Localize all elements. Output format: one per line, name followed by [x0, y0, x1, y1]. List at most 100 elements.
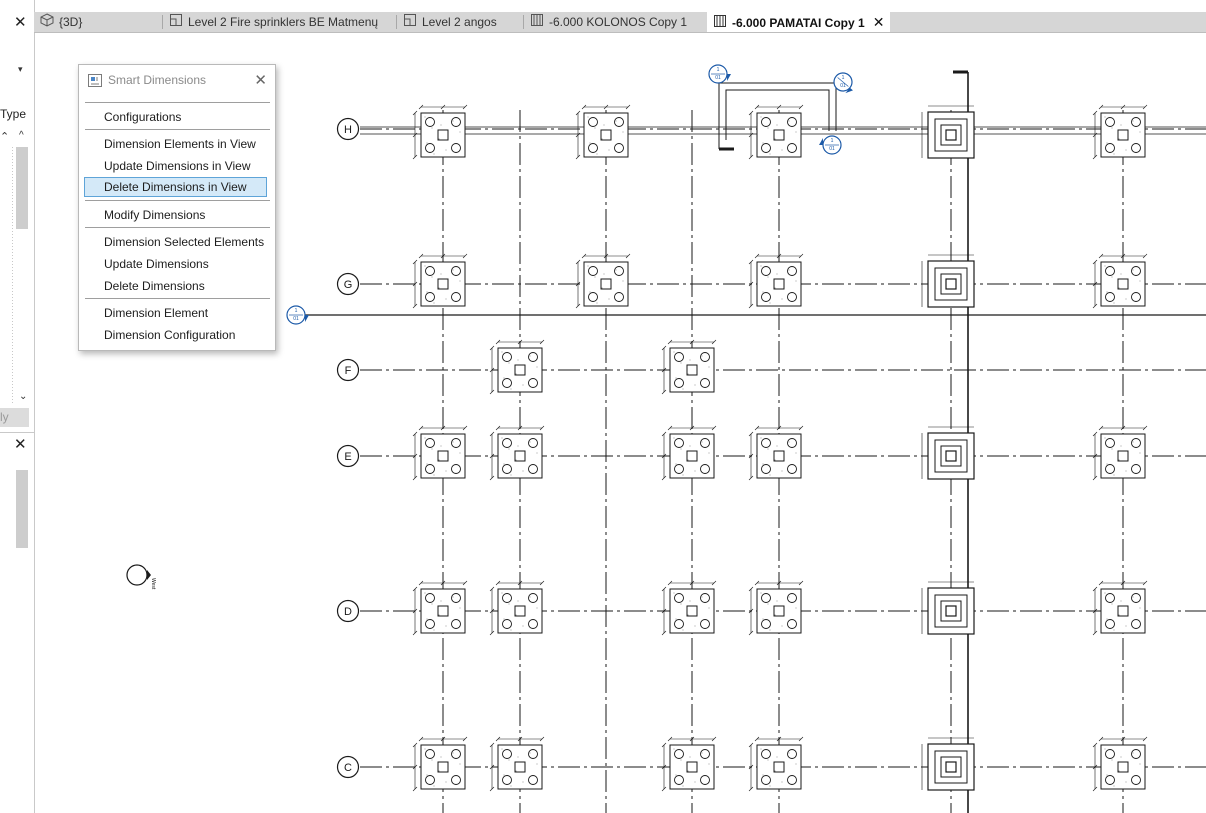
footing[interactable]: [756, 744, 802, 790]
footing-hatch: [708, 452, 710, 454]
footing-hatch: [1118, 770, 1120, 772]
menu-item-dimension-configuration[interactable]: Dimension Configuration: [84, 325, 267, 345]
footing[interactable]: [583, 112, 629, 158]
type-selector-dropdown-icon[interactable]: ▾: [18, 64, 23, 75]
close-tab-icon[interactable]: ✕: [873, 14, 885, 30]
popup-header: Smart Dimensions ✕: [79, 65, 275, 95]
footing[interactable]: [420, 588, 466, 634]
footing[interactable]: [420, 433, 466, 479]
close-properties-icon[interactable]: ✕: [14, 15, 27, 30]
footing[interactable]: [497, 347, 543, 393]
footing[interactable]: [1100, 112, 1146, 158]
elevation-marker-icon[interactable]: [126, 564, 148, 586]
footing-hatch: [503, 774, 505, 776]
tab-level-2-angos[interactable]: Level 2 angos: [403, 12, 497, 32]
menu-item-delete-dimensions[interactable]: Delete Dimensions: [84, 276, 267, 296]
footing-hatch: [1104, 437, 1106, 439]
footing-hatch: [767, 603, 769, 605]
footing-hatch: [1132, 120, 1134, 122]
footing-hatch: [1118, 614, 1120, 616]
tab-kolonos-copy-1[interactable]: -6.000 KOLONOS Copy 1: [530, 12, 687, 32]
menu-item-dimension-element[interactable]: Dimension Element: [84, 303, 267, 323]
footing[interactable]: [497, 588, 543, 634]
footing-hatch: [622, 280, 624, 282]
footing[interactable]: [669, 588, 715, 634]
footing[interactable]: [497, 744, 543, 790]
menu-item-modify-dimensions[interactable]: Modify Dimensions: [84, 205, 267, 225]
close-popup-icon[interactable]: ✕: [254, 71, 267, 89]
footing-hatch: [1106, 463, 1108, 465]
footing[interactable]: [756, 433, 802, 479]
footing-hatch: [1106, 291, 1108, 293]
footing-hatch: [1106, 142, 1108, 144]
footing[interactable]: [420, 744, 466, 790]
footing[interactable]: [669, 347, 715, 393]
footing-hatch: [589, 291, 591, 293]
footing-hatch: [769, 629, 771, 631]
footing[interactable]: [497, 433, 543, 479]
grid-label: E: [344, 451, 351, 463]
menu-item-update-dimensions[interactable]: Update Dimensions: [84, 254, 267, 274]
footing-hatch: [529, 752, 531, 754]
footing-hatch: [1132, 269, 1134, 271]
tab-level-2-fire-sprinklers[interactable]: Level 2 Fire sprinklers BE Matmenų: [169, 12, 378, 32]
footing-hatch: [596, 302, 598, 304]
footing-hatch: [510, 388, 512, 390]
footing[interactable]: [669, 433, 715, 479]
menu-item-delete-dimensions-in-view[interactable]: Delete Dimensions in View: [84, 177, 267, 197]
footing-hatch: [1118, 138, 1120, 140]
scroll-up-icon[interactable]: ^: [19, 130, 24, 141]
footing-hatch: [459, 452, 461, 454]
footing-hatch: [795, 763, 797, 765]
footing-hatch: [774, 459, 776, 461]
footing[interactable]: [1100, 588, 1146, 634]
footing[interactable]: [756, 588, 802, 634]
close-browser-icon[interactable]: ✕: [14, 437, 27, 452]
footing-hatch: [536, 452, 538, 454]
footing[interactable]: [669, 744, 715, 790]
footing-hatch: [689, 600, 691, 602]
properties-scrollbar[interactable]: [16, 147, 28, 229]
footing-hatch: [689, 445, 691, 447]
footing[interactable]: [756, 112, 802, 158]
footing-hatch: [426, 142, 428, 144]
footing[interactable]: [583, 261, 629, 307]
menu-item-dimension-elements-in-view[interactable]: Dimension Elements in View: [84, 134, 267, 154]
section-sheet: 01: [829, 146, 835, 152]
collapse-icon[interactable]: ⌃: [0, 130, 9, 143]
footing-hatch: [781, 470, 783, 472]
footing-hatch: [426, 291, 428, 293]
view-tab-bar: {3D} Level 2 Fire sprinklers BE Matmenų …: [34, 12, 1206, 33]
footing[interactable]: [756, 261, 802, 307]
footing[interactable]: [1100, 744, 1146, 790]
apply-button[interactable]: ly: [0, 408, 29, 427]
footing-hatch: [615, 269, 617, 271]
section-marker-arrow: [727, 74, 731, 81]
browser-scrollbar[interactable]: [16, 470, 28, 548]
menu-item-dimension-selected-elements[interactable]: Dimension Selected Elements: [84, 232, 267, 252]
grid-label: C: [344, 762, 352, 774]
footing-hatch: [426, 774, 428, 776]
footing-hatch: [673, 437, 675, 439]
footing-hatch: [774, 614, 776, 616]
menu-item-configurations[interactable]: Configurations: [84, 107, 267, 127]
footing-hatch: [701, 596, 703, 598]
footing-hatch: [788, 120, 790, 122]
footing-hatch: [517, 445, 519, 447]
footing-hatch: [769, 474, 771, 476]
footing-hatch: [682, 388, 684, 390]
footing-hatch: [1113, 474, 1115, 476]
footing[interactable]: [420, 261, 466, 307]
menu-separator: [85, 129, 270, 130]
tab-pamatai-copy-1[interactable]: -6.000 PAMATAI Copy 1 ✕: [707, 12, 891, 32]
footing[interactable]: [1100, 261, 1146, 307]
footing-hatch: [795, 452, 797, 454]
tab-3d[interactable]: {3D}: [40, 12, 82, 32]
footing-hatch: [433, 629, 435, 631]
footing[interactable]: [420, 112, 466, 158]
footing[interactable]: [1100, 433, 1146, 479]
menu-item-update-dimensions-in-view[interactable]: Update Dimensions in View: [84, 156, 267, 176]
footing-hatch: [438, 459, 440, 461]
scroll-down-icon[interactable]: ⌄: [19, 391, 27, 402]
popup-title: Smart Dimensions: [108, 73, 207, 87]
